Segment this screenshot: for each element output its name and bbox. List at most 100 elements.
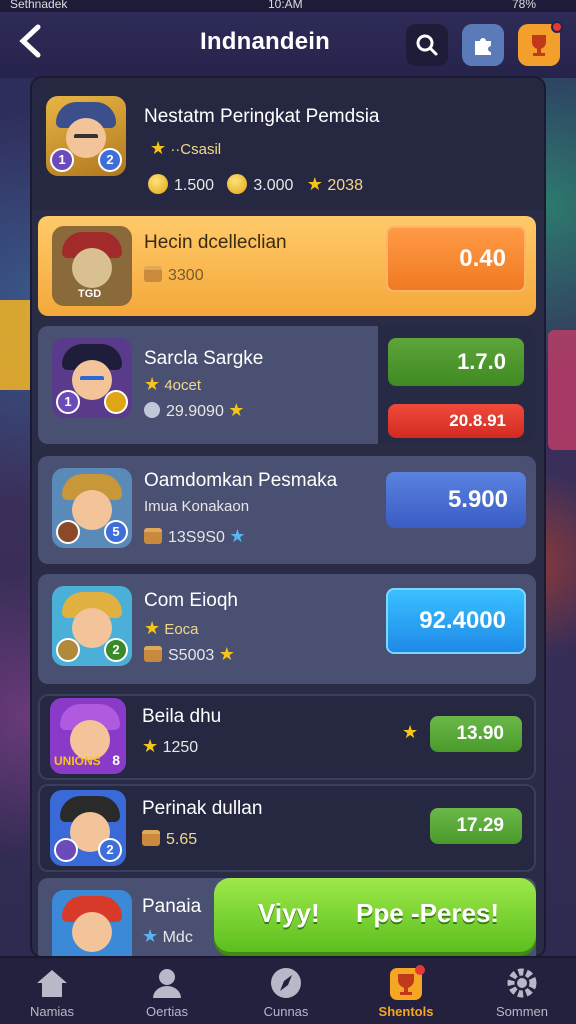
back-button[interactable] [18, 24, 52, 62]
cta-label-left: Viyy! [258, 898, 320, 928]
value-button[interactable]: 1.7.0 [388, 338, 524, 386]
status-bar: Sethnadek 10:AM 78% [0, 0, 576, 12]
avatar-label: TGD [78, 288, 102, 300]
nav-item-leaderboard[interactable]: Shentols [356, 964, 456, 1019]
leaderboard-row[interactable]: 2 Perinak dullan 5.65 17.29 [38, 784, 536, 872]
chest-icon [144, 528, 162, 544]
avatar: 1 [52, 338, 132, 418]
player-score: ★ 1250 [142, 736, 199, 756]
puzzle-button[interactable] [462, 24, 504, 66]
player-title: ★ 4ocet [144, 374, 202, 394]
search-icon [416, 34, 438, 56]
level-badge: 1 [50, 148, 74, 172]
chevron-left-icon [19, 24, 41, 58]
rank-badge: 2 [98, 838, 122, 862]
avatar: 5 [52, 468, 132, 548]
player-name: Panaia [142, 896, 202, 917]
rank-badge: 8 [112, 752, 120, 768]
rank-badge: 5 [104, 520, 128, 544]
top-player-stats: 1.500 3.000 ★ 2038 [148, 174, 363, 195]
player-name: Perinak dullan [142, 798, 263, 819]
nav-item-home[interactable]: Namias [2, 964, 102, 1019]
coin-icon [148, 174, 168, 194]
coin-badge [104, 390, 128, 414]
player-score: 29.9090 ★ [144, 400, 244, 421]
player-name: Hecin dcelleclian [144, 232, 287, 253]
star-icon: ★ [218, 644, 235, 664]
leaderboard-row[interactable]: UNIONS 8 Beila dhu ★ 1250 ★ 13.90 [38, 694, 536, 780]
bottom-nav: Namias Oertias Cunnas Shentols Sommen [0, 956, 576, 1024]
notification-dot [551, 21, 563, 33]
nav-item-profile[interactable]: Oertias [117, 964, 217, 1019]
nav-item-games[interactable]: Cunnas [236, 964, 336, 1019]
coin-icon [227, 174, 248, 194]
player-name: Com Eioqh [144, 590, 238, 611]
player-name: Sarcla Sargke [144, 348, 264, 369]
star-icon: ★ [144, 374, 161, 394]
value-button[interactable]: 13.90 [430, 716, 522, 752]
trophy-icon [390, 965, 425, 1000]
player-name: Beila dhu [142, 706, 222, 727]
carrier-label: Sethnadek [10, 0, 68, 11]
search-button[interactable] [406, 24, 448, 66]
value-button-secondary[interactable]: 20.8.91 [388, 404, 524, 438]
star-icon: ★ [402, 722, 419, 742]
clock: 10:AM [268, 0, 303, 11]
avatar: 2 [50, 790, 126, 866]
nav-item-settings[interactable]: Sommen [472, 964, 572, 1019]
player-name: Oamdomkan Pesmaka [144, 470, 338, 491]
value-button[interactable]: 17.29 [430, 808, 522, 844]
chest-icon [144, 266, 162, 282]
leaderboard-row[interactable]: 2 Com Eioqh ★ Eoca S5003 ★ 92.4000 [38, 574, 536, 684]
top-player-title: Nestatm Peringkat Pemdsia [144, 106, 380, 127]
header: Indnandein [0, 12, 576, 78]
value-button[interactable]: 0.40 [386, 226, 526, 292]
player-score: 13S9S0 ★ [144, 526, 246, 547]
rank-badge: 2 [104, 638, 128, 662]
avatar: UNIONS 8 [50, 698, 126, 774]
level-badge [56, 638, 80, 662]
star-icon: ★ [306, 174, 323, 194]
trophy-icon [532, 35, 546, 56]
leaderboard-row[interactable]: TGD Hecin dcelleclian 3300 0.40 [38, 216, 536, 316]
cta-label-right: Ppe -Peres! [356, 898, 500, 928]
level-badge: 1 [56, 390, 80, 414]
avatar: 1 2 [46, 96, 126, 176]
trophy-button[interactable] [518, 21, 563, 66]
background-decoration [548, 330, 576, 450]
level-badge [56, 520, 80, 544]
star-icon: ★ [144, 618, 161, 638]
avatar [52, 890, 132, 956]
avatar-label: UNIONS [54, 754, 101, 768]
star-icon: ★ [229, 526, 246, 546]
rank-badge: 2 [98, 148, 122, 172]
player-score: 5.65 [142, 830, 197, 849]
cta-button[interactable]: Viyy! Ppe -Peres! [214, 878, 536, 952]
user-icon [153, 969, 181, 998]
compass-icon [271, 968, 301, 998]
leaderboard-panel: 1 2 Nestatm Peringkat Pemdsia ★ ··Csasil… [32, 78, 544, 956]
leaderboard-row[interactable]: 5 Oamdomkan Pesmaka Imua Konakaon 13S9S0… [38, 456, 536, 564]
avatar: 2 [52, 586, 132, 666]
background-decoration [0, 300, 30, 390]
puzzle-icon [475, 38, 491, 55]
chest-icon [144, 646, 162, 662]
top-player-rank: ★ ··Csasil [150, 138, 222, 158]
battery-level: 78% [511, 0, 536, 11]
leaderboard-row[interactable]: 1 Sarcla Sargke ★ 4ocet 29.9090 ★ 1.7.0 … [38, 326, 536, 444]
player-score: S5003 ★ [144, 644, 235, 665]
top-player-card[interactable]: 1 2 Nestatm Peringkat Pemdsia ★ ··Csasil… [32, 78, 544, 210]
star-icon: ★ [142, 926, 159, 946]
home-icon [37, 970, 67, 997]
level-badge [54, 838, 78, 862]
star-icon: ★ [228, 400, 245, 420]
player-score: 3300 [144, 266, 204, 285]
value-button[interactable]: 92.4000 [386, 588, 526, 654]
chest-icon [142, 830, 160, 846]
player-score: ★ Mdc [142, 926, 193, 946]
value-button[interactable]: 5.900 [386, 472, 526, 528]
gem-icon [144, 402, 160, 418]
page-title: Indnandein [200, 28, 330, 55]
star-icon: ★ [150, 138, 167, 158]
avatar: TGD [52, 226, 132, 306]
